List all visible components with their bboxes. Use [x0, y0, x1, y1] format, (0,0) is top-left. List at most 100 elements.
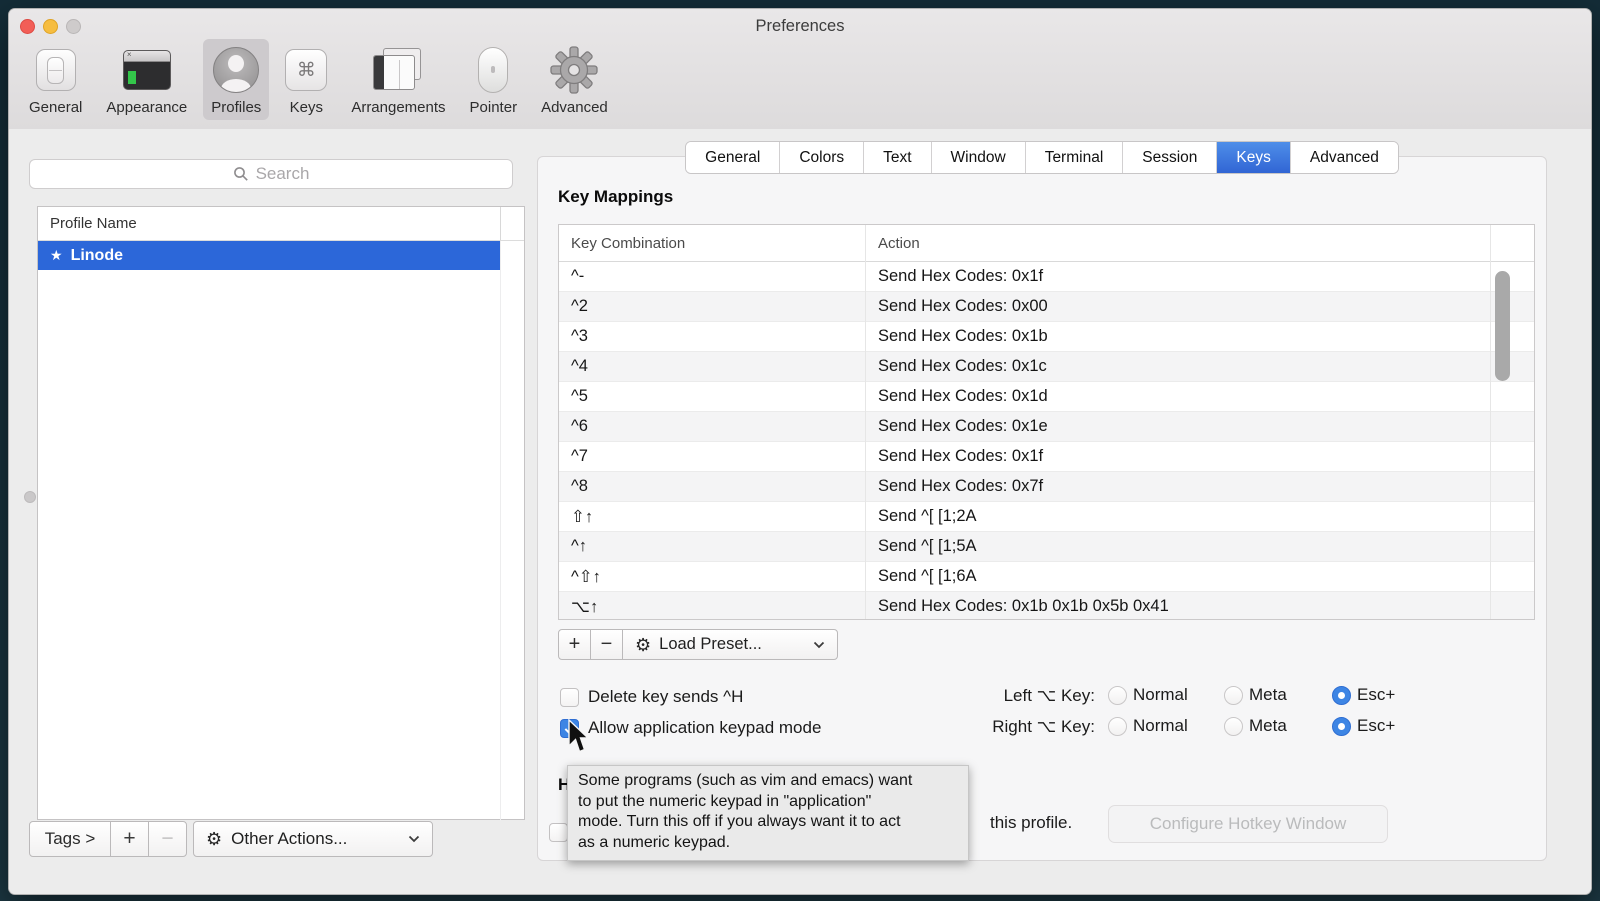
action-cell: Send Hex Codes: 0x1b [865, 327, 1048, 346]
tab-terminal[interactable]: Terminal [1026, 142, 1124, 173]
tab-text[interactable]: Text [864, 142, 931, 173]
table-row[interactable]: ⇧↑ Send ^[ [1;2A [559, 502, 1534, 532]
key-combination-cell: ^4 [559, 357, 865, 376]
table-row[interactable]: ⌥↑ Send Hex Codes: 0x1b 0x1b 0x5b 0x41 [559, 592, 1534, 620]
action-cell: Send Hex Codes: 0x1f [865, 267, 1043, 286]
key-mappings-toolbar: + − ⚙ Load Preset... [558, 629, 838, 660]
pointer-icon [478, 44, 508, 96]
profile-tab-bar: General Colors Text Window Terminal Sess… [537, 141, 1547, 174]
right-option-key-row: Right ⌥ Key: Normal Meta Esc+ [538, 717, 1546, 739]
mouse-cursor [566, 719, 592, 759]
table-row[interactable]: ^- Send Hex Codes: 0x1f [559, 262, 1534, 292]
action-cell: Send Hex Codes: 0x1e [865, 417, 1048, 436]
add-profile-button[interactable]: + [110, 821, 149, 857]
table-row[interactable]: ^7 Send Hex Codes: 0x1f [559, 442, 1534, 472]
toolbar-item-arrangements[interactable]: Arrangements [343, 39, 453, 120]
key-combination-cell: ^8 [559, 477, 865, 496]
table-row[interactable]: ^8 Send Hex Codes: 0x7f [559, 472, 1534, 502]
profile-list-footer: Tags > + − ⚙ Other Actions... [29, 821, 433, 857]
table-row[interactable]: ^2 Send Hex Codes: 0x00 [559, 292, 1534, 322]
table-row[interactable]: ^3 Send Hex Codes: 0x1b [559, 322, 1534, 352]
tab-advanced[interactable]: Advanced [1291, 142, 1398, 173]
right-option-normal-radio[interactable] [1108, 717, 1127, 736]
profile-list-header[interactable]: Profile Name [38, 207, 524, 241]
key-combination-cell: ^2 [559, 297, 865, 316]
tab-window[interactable]: Window [932, 142, 1026, 173]
add-mapping-button[interactable]: + [558, 629, 591, 660]
right-option-esc-radio[interactable] [1332, 717, 1351, 736]
key-combination-cell: ^3 [559, 327, 865, 346]
profile-row-linode[interactable]: ★ Linode [38, 241, 500, 270]
right-option-meta-radio[interactable] [1224, 717, 1243, 736]
table-row[interactable]: ^⇧↑ Send ^[ [1;6A [559, 562, 1534, 592]
key-combination-cell: ^↑ [559, 537, 865, 556]
search-input[interactable]: Search [29, 159, 513, 189]
toolbar-item-appearance[interactable]: × Appearance [98, 39, 195, 120]
action-cell: Send Hex Codes: 0x1f [865, 447, 1043, 466]
table-body: ^- Send Hex Codes: 0x1f ^2 Send Hex Code… [559, 262, 1534, 620]
hotkey-checkbox[interactable] [549, 823, 568, 842]
profiles-icon [213, 44, 259, 96]
key-combination-cell: ^7 [559, 447, 865, 466]
action-cell: Send Hex Codes: 0x00 [865, 297, 1048, 316]
action-cell: Send ^[ [1;5A [865, 537, 977, 556]
tab-general[interactable]: General [686, 142, 780, 173]
general-icon [36, 44, 76, 96]
left-option-key-row: Left ⌥ Key: Normal Meta Esc+ [538, 686, 1546, 708]
tab-keys[interactable]: Keys [1217, 142, 1290, 173]
tags-button[interactable]: Tags > [29, 821, 111, 857]
action-cell: Send Hex Codes: 0x7f [865, 477, 1043, 496]
arrangements-icon [373, 44, 423, 96]
remove-profile-button[interactable]: − [148, 821, 187, 857]
keys-panel: Key Mappings Key Combination Action ^- [537, 156, 1547, 861]
toolbar-item-pointer[interactable]: Pointer [462, 39, 526, 120]
table-row[interactable]: ^5 Send Hex Codes: 0x1d [559, 382, 1534, 412]
profile-name: Linode [71, 247, 123, 265]
table-row[interactable]: ^6 Send Hex Codes: 0x1e [559, 412, 1534, 442]
default-profile-star-icon: ★ [50, 247, 63, 264]
desktop: Preferences General × Appearance [0, 0, 1600, 901]
gear-icon: ⚙ [206, 830, 222, 848]
preferences-window: Preferences General × Appearance [8, 8, 1592, 895]
pane-splitter-handle[interactable] [24, 491, 36, 503]
table-scrollbar[interactable] [1495, 271, 1510, 381]
configure-hotkey-window-button[interactable]: Configure Hotkey Window [1108, 805, 1388, 843]
key-combination-cell: ^5 [559, 387, 865, 406]
window-title: Preferences [9, 17, 1591, 36]
table-row[interactable]: ^↑ Send ^[ [1;5A [559, 532, 1534, 562]
gear-icon [550, 44, 598, 96]
table-row[interactable]: ^4 Send Hex Codes: 0x1c [559, 352, 1534, 382]
hotkey-text-clipped: this profile. [990, 813, 1072, 833]
load-preset-dropdown[interactable]: ⚙ Load Preset... [622, 629, 838, 660]
gear-icon: ⚙ [635, 636, 651, 654]
action-cell: Send Hex Codes: 0x1b 0x1b 0x5b 0x41 [865, 597, 1169, 616]
toolbar-item-general[interactable]: General [21, 39, 90, 120]
toolbar-item-advanced[interactable]: Advanced [533, 39, 616, 120]
left-option-normal-radio[interactable] [1108, 686, 1127, 705]
remove-mapping-button[interactable]: − [590, 629, 623, 660]
other-actions-dropdown[interactable]: ⚙ Other Actions... [193, 821, 433, 857]
key-combination-cell: ^6 [559, 417, 865, 436]
main-content: Search Profile Name ★ Linode Tags > [9, 129, 1591, 894]
key-mappings-table: Key Combination Action ^- Send Hex Codes… [558, 224, 1535, 620]
search-icon [233, 166, 249, 182]
keypad-mode-tooltip: Some programs (such as vim and emacs) wa… [567, 765, 969, 861]
toolbar-item-profiles[interactable]: Profiles [203, 39, 269, 120]
window-chrome: Preferences General × Appearance [9, 9, 1591, 130]
key-mappings-title: Key Mappings [558, 187, 673, 207]
toolbar-item-keys[interactable]: ⌘ Keys [277, 39, 335, 120]
action-cell: Send Hex Codes: 0x1c [865, 357, 1047, 376]
profile-list: Profile Name ★ Linode [37, 206, 525, 820]
left-option-esc-radio[interactable] [1332, 686, 1351, 705]
chevron-down-icon [813, 641, 825, 649]
action-cell: Send Hex Codes: 0x1d [865, 387, 1048, 406]
tab-session[interactable]: Session [1123, 142, 1217, 173]
table-header: Key Combination Action [559, 225, 1534, 262]
keys-icon: ⌘ [285, 44, 327, 96]
hotkey-checkbox-row [549, 821, 568, 843]
action-cell: Send ^[ [1;2A [865, 507, 977, 526]
chevron-down-icon [408, 835, 420, 843]
tab-colors[interactable]: Colors [780, 142, 864, 173]
key-combination-cell: ^⇧↑ [559, 567, 865, 587]
left-option-meta-radio[interactable] [1224, 686, 1243, 705]
